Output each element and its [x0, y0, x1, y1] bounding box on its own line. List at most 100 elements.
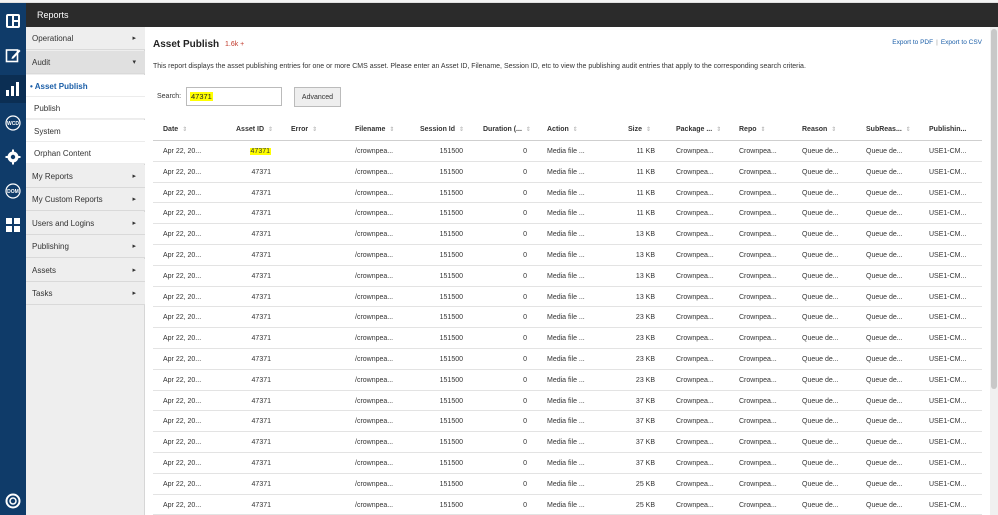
- table-row[interactable]: Apr 22, 20... 47371/crownpea... 151500 0 Med…: [153, 391, 982, 412]
- cell-date: Apr 22, 20...: [163, 293, 202, 301]
- sort-icon[interactable]: ⇕: [831, 127, 836, 133]
- reports-icon[interactable]: [0, 75, 26, 103]
- sidebar-item-label: Assets: [32, 266, 57, 275]
- chevron-right-icon: ▸: [132, 243, 136, 250]
- table-row[interactable]: Apr 22, 20... 47371/crownpea... 151500 0 Med…: [153, 474, 982, 495]
- sidebar-item-my-reports[interactable]: My Reports ▸: [26, 165, 145, 188]
- cell-date: Apr 22, 20...: [163, 251, 202, 259]
- sort-icon[interactable]: ⇕: [182, 127, 187, 133]
- advanced-button[interactable]: Advanced: [294, 87, 341, 107]
- table-row[interactable]: Apr 22, 20... 47371/crownpea... 151500 0 Med…: [153, 453, 982, 474]
- table-row[interactable]: Apr 22, 20... 47371/crownpea... 151500 0 Med…: [153, 224, 982, 245]
- column-header-duration[interactable]: Duration (... ⇕: [483, 126, 531, 133]
- table-row[interactable]: Apr 22, 20... 47371/crownpea... 151500 0 Med…: [153, 370, 982, 391]
- dom-icon[interactable]: DOM: [0, 177, 26, 205]
- sort-icon[interactable]: ⇕: [646, 127, 651, 133]
- cell-asset-id: 47371: [251, 293, 271, 301]
- export-csv-link[interactable]: Export to CSV: [941, 39, 982, 46]
- sidebar-subitem-orphan-content[interactable]: Orphan Content: [26, 142, 145, 164]
- table-row[interactable]: Apr 22, 20... 47371/crownpea... 151500 0 Med…: [153, 162, 982, 183]
- sort-icon[interactable]: ⇕: [268, 127, 273, 133]
- column-header-reason[interactable]: Reason ⇕: [802, 126, 836, 133]
- sort-icon[interactable]: ⇕: [716, 127, 721, 133]
- column-header-date[interactable]: Date ⇕: [163, 126, 187, 133]
- cell-date: Apr 22, 20...: [163, 314, 202, 322]
- export-pdf-link[interactable]: Export to PDF: [892, 39, 933, 46]
- column-header-publishin[interactable]: Publishin...: [929, 126, 966, 133]
- sidebar-subitem-publish[interactable]: Publish: [26, 97, 145, 119]
- cell-filename: /crownpea...: [355, 272, 394, 280]
- table-row[interactable]: Apr 22, 20... 47371/crownpea... 151500 0 Med…: [153, 307, 982, 329]
- column-header-size[interactable]: Size ⇕: [628, 126, 651, 133]
- edit-icon[interactable]: [0, 41, 26, 69]
- cell-size: 25 KB: [635, 480, 655, 488]
- column-header-asset-id[interactable]: Asset ID ⇕: [236, 126, 273, 133]
- audit-table: Date ⇕ Asset ID ⇕ Error ⇕ Filename ⇕ Session Id ⇕…: [153, 119, 982, 515]
- sort-icon[interactable]: ⇕: [573, 127, 578, 133]
- column-header-session-id[interactable]: Session Id ⇕: [420, 126, 464, 133]
- table-row[interactable]: Apr 22, 20... 47371/crownpea... 151500 0 Med…: [153, 411, 982, 433]
- cell-filename: /crownpea...: [355, 439, 394, 447]
- sort-icon[interactable]: ⇕: [906, 127, 911, 133]
- sort-icon[interactable]: ⇕: [389, 127, 394, 133]
- search-input[interactable]: 47371: [186, 87, 282, 106]
- wcd-icon[interactable]: WCD: [0, 109, 26, 137]
- app-rail: WCD DOM: [0, 3, 26, 515]
- cell-subreas: Queue de...: [866, 418, 903, 426]
- svg-text:WCD: WCD: [7, 121, 19, 127]
- cell-duration: 0: [523, 148, 527, 155]
- cell-action: Media file ...: [547, 376, 585, 384]
- column-header-repo[interactable]: Repo ⇕: [739, 126, 766, 133]
- table-row[interactable]: Apr 22, 20... 47371/crownpea... 151500 0 Med…: [153, 495, 982, 515]
- cell-reason: Queue de...: [802, 376, 839, 384]
- sidebar-item-audit[interactable]: Audit ▾: [26, 51, 145, 74]
- cell-duration: 0: [523, 459, 527, 467]
- column-header-action[interactable]: Action ⇕: [547, 126, 578, 133]
- table-row[interactable]: Apr 22, 20... 47371/crownpea... 151500 0 Med…: [153, 141, 982, 162]
- table-row[interactable]: Apr 22, 20... 47371/crownpea... 151500 0 Med…: [153, 183, 982, 204]
- cell-publishin: USE1-CM...: [929, 168, 967, 176]
- table-row[interactable]: Apr 22, 20... 47371/crownpea... 151500 0 Med…: [153, 287, 982, 308]
- column-header-filename[interactable]: Filename ⇕: [355, 126, 394, 133]
- tools-icon[interactable]: [0, 211, 26, 239]
- cell-asset-id: 47371: [251, 480, 271, 488]
- column-header-package[interactable]: Package ... ⇕: [676, 126, 721, 133]
- column-header-label: Publishin...: [929, 126, 967, 133]
- sidebar-item-tasks[interactable]: Tasks ▸: [26, 282, 145, 305]
- search-value: 47371: [190, 92, 213, 101]
- scrollbar-thumb[interactable]: [991, 29, 997, 389]
- sort-icon[interactable]: ⇕: [761, 127, 766, 133]
- table-row[interactable]: Apr 22, 20... 47371/crownpea... 151500 0 Med…: [153, 266, 982, 287]
- gear-icon[interactable]: [0, 143, 26, 171]
- vertical-scrollbar[interactable]: [990, 27, 998, 515]
- main-content: Asset Publish 1.6k + Export to PDF | Expor…: [146, 27, 998, 515]
- sidebar-item-assets[interactable]: Assets ▸: [26, 259, 145, 282]
- column-header-label: Repo: [739, 126, 757, 133]
- sidebar-subitem-system[interactable]: System: [26, 120, 145, 142]
- sort-icon[interactable]: ⇕: [526, 127, 531, 133]
- help-icon[interactable]: [0, 487, 26, 515]
- cell-package: Crownpea...: [676, 251, 714, 259]
- column-header-error[interactable]: Error ⇕: [291, 126, 317, 133]
- sidebar-item-my-custom-reports[interactable]: My Custom Reports ▸: [26, 188, 145, 211]
- cell-session-id: 151500: [439, 397, 463, 405]
- sidebar-item-users-and-logins[interactable]: Users and Logins ▸: [26, 212, 145, 235]
- top-header: Reports: [26, 3, 998, 27]
- table-row[interactable]: Apr 22, 20... 47371/crownpea... 151500 0 Med…: [153, 349, 982, 370]
- table-row[interactable]: Apr 22, 20... 47371/crownpea... 151500 0 Med…: [153, 328, 982, 349]
- dashboard-icon[interactable]: [0, 7, 26, 35]
- sidebar-item-operational[interactable]: Operational ▸: [26, 27, 145, 50]
- table-row[interactable]: Apr 22, 20... 47371/crownpea... 151500 0 Med…: [153, 245, 982, 266]
- sort-icon[interactable]: ⇕: [312, 127, 317, 133]
- sort-icon[interactable]: ⇕: [459, 127, 464, 133]
- cell-date: Apr 22, 20...: [163, 480, 202, 488]
- sidebar-item-publishing[interactable]: Publishing ▸: [26, 235, 145, 258]
- cell-action: Media file ...: [547, 251, 585, 259]
- cell-filename: /crownpea...: [355, 168, 394, 176]
- sidebar-subitem-asset-publish[interactable]: • Asset Publish: [26, 75, 145, 97]
- column-header-subreas[interactable]: SubReas... ⇕: [866, 126, 911, 133]
- table-row[interactable]: Apr 22, 20... 47371/crownpea... 151500 0 Med…: [153, 432, 982, 453]
- sidebar-item-label: Tasks: [32, 289, 53, 298]
- table-row[interactable]: Apr 22, 20... 47371/crownpea... 151500 0 Med…: [153, 203, 982, 225]
- page-title: Asset Publish: [153, 39, 220, 50]
